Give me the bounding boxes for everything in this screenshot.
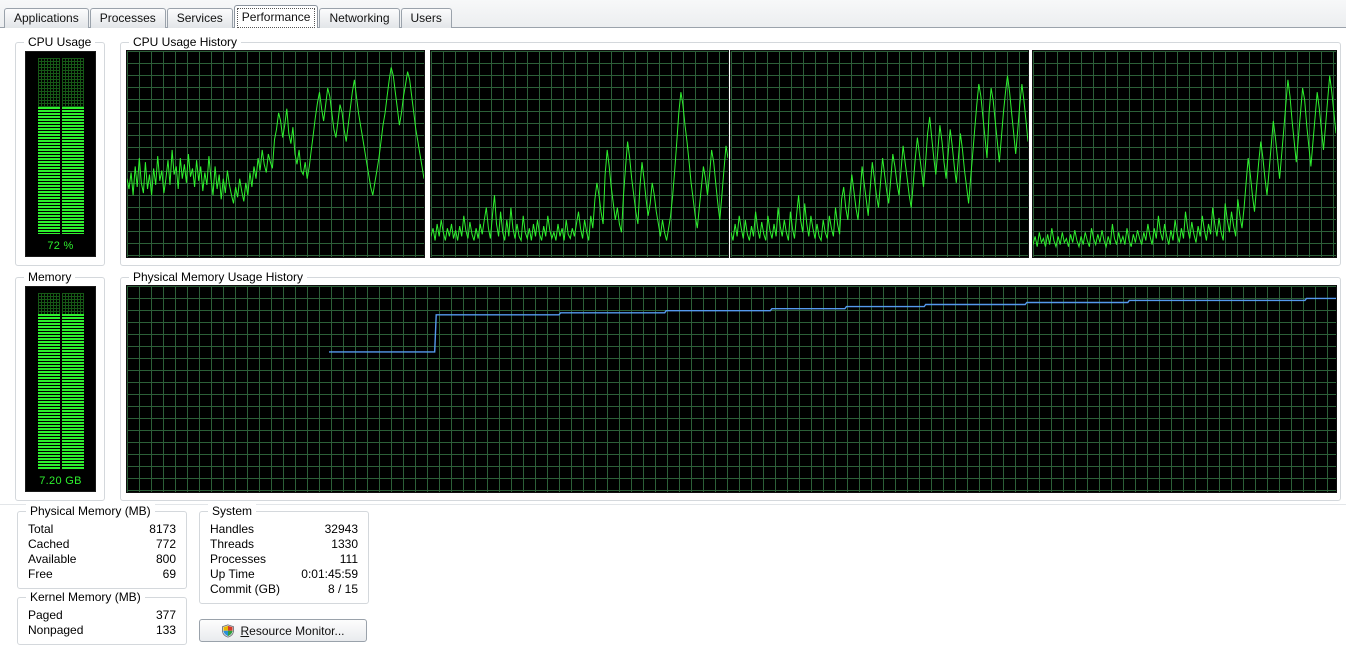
panel-separator <box>0 504 1346 505</box>
stat-row: Total 8173 <box>28 522 176 537</box>
stat-row: Processes 111 <box>210 552 358 567</box>
cpu-history-graph-3 <box>730 50 1029 258</box>
system-legend: System <box>208 504 257 518</box>
cpu-history-legend-prefix: CPU Usa <box>133 35 184 49</box>
cpu-meter-divider <box>59 58 62 234</box>
memory-history-group: Physical Memory Usage History <box>120 270 1341 501</box>
kernel-memory-legend: Kernel Memory (MB) <box>26 590 145 604</box>
memory-gauge-group: Memory 7.20 GB <box>15 270 105 501</box>
stat-key: Handles <box>210 522 255 536</box>
stat-value: 772 <box>155 537 176 551</box>
memory-history-graph <box>126 285 1337 493</box>
memory-meter-bars <box>37 293 84 469</box>
cpu-usage-meter: 72 % <box>25 51 96 257</box>
cpu-usage-group: CPU Usage 72 % <box>15 35 105 266</box>
physical-memory-group: Physical Memory (MB) Total 8173 Cached 772… <box>17 504 187 589</box>
stat-row: Nonpaged 133 <box>28 623 176 638</box>
memory-history-legend: Physical Memory Usage History <box>129 270 308 284</box>
tab-applications[interactable]: Applications <box>4 8 89 28</box>
tab-users-label: Users <box>410 11 442 25</box>
stat-value: 1330 <box>331 537 358 551</box>
physical-memory-stats: Total 8173 Cached 772 Available 800 Free 69 <box>28 522 176 582</box>
resource-monitor-accel: R <box>240 623 250 638</box>
stat-row: Commit (GB) 8 / 15 <box>210 582 358 597</box>
stat-row: Available 800 <box>28 552 176 567</box>
cpu-meter-bars <box>37 58 84 234</box>
graph-line <box>1033 51 1336 257</box>
stat-key: Commit (GB) <box>210 582 280 596</box>
tab-services[interactable]: Services <box>166 8 233 28</box>
cpu-usage-legend: CPU Usage <box>24 35 96 49</box>
cpu-history-graph-1 <box>126 50 425 258</box>
stat-value: 32943 <box>324 522 358 536</box>
stat-row: Threads 1330 <box>210 537 358 552</box>
stat-key: Nonpaged <box>28 623 84 637</box>
stat-value: 8173 <box>149 522 176 536</box>
resource-monitor-label-rest: esource Monitor... <box>249 623 345 638</box>
cpu-history-legend-accel: g <box>183 35 190 49</box>
cpu-history-graph-2 <box>430 50 729 258</box>
cpu-history-legend-suffix: e History <box>189 35 238 49</box>
tab-performance-label: Performance <box>241 10 311 24</box>
stat-row: Paged 377 <box>28 608 176 623</box>
stat-key: Total <box>28 522 54 536</box>
stat-key: Up Time <box>210 567 255 581</box>
graph-line <box>127 51 424 257</box>
cpu-history-group: CPU Usage History <box>120 35 1341 266</box>
stat-key: Threads <box>210 537 255 551</box>
tab-networking-label: Networking <box>329 11 390 25</box>
kernel-memory-stats: Paged 377 Nonpaged 133 <box>28 608 176 638</box>
stat-value: 69 <box>162 567 176 581</box>
tab-processes-label: Processes <box>99 11 156 25</box>
stat-row: Handles 32943 <box>210 522 358 537</box>
physical-memory-legend: Physical Memory (MB) <box>26 504 155 518</box>
tab-users[interactable]: Users <box>400 8 452 28</box>
memory-gauge-legend: Memory <box>24 270 76 284</box>
stat-row: Cached 772 <box>28 537 176 552</box>
memory-meter: 7.20 GB <box>25 286 96 492</box>
stat-key: Cached <box>28 537 70 551</box>
memory-meter-divider <box>59 293 62 469</box>
uac-shield-icon <box>221 623 235 638</box>
memory-gauge-value: 7.20 GB <box>39 475 82 487</box>
tab-services-label: Services <box>176 11 223 25</box>
graph-line <box>127 286 1336 492</box>
tab-performance[interactable]: Performance <box>233 5 319 28</box>
resource-monitor-label: Resource Monitor... <box>240 624 344 638</box>
cpu-usage-value: 72 % <box>47 240 74 252</box>
cpu-history-legend: CPU Usage History <box>129 35 242 49</box>
stat-key: Paged <box>28 608 63 622</box>
graph-line <box>431 51 728 257</box>
kernel-memory-group: Kernel Memory (MB) Paged 377 Nonpaged 133 <box>17 590 187 645</box>
stat-row: Free 69 <box>28 567 176 582</box>
cpu-history-graph-4 <box>1032 50 1337 258</box>
stat-value: 377 <box>155 608 176 622</box>
stat-row: Up Time 0:01:45:59 <box>210 567 358 582</box>
resource-monitor-button[interactable]: Resource Monitor... <box>199 619 367 642</box>
stat-value: 111 <box>339 552 358 566</box>
stat-key: Available <box>28 552 77 566</box>
system-stats: Handles 32943 Threads 1330 Processes 111 Up… <box>210 522 358 597</box>
stat-value: 133 <box>155 623 176 637</box>
stat-value: 8 / 15 <box>327 582 358 596</box>
tab-strip: Applications Processes Services Performa… <box>0 0 1346 28</box>
tab-applications-label: Applications <box>14 11 79 25</box>
graph-line <box>731 51 1028 257</box>
tab-processes[interactable]: Processes <box>89 8 166 28</box>
system-group: System Handles 32943 Threads 1330 Processe… <box>199 504 369 604</box>
stat-value: 800 <box>155 552 176 566</box>
stat-key: Free <box>28 567 53 581</box>
stat-key: Processes <box>210 552 267 566</box>
stat-value: 0:01:45:59 <box>301 567 358 581</box>
tab-list: Applications Processes Services Performa… <box>4 5 453 28</box>
tab-networking[interactable]: Networking <box>319 8 400 28</box>
